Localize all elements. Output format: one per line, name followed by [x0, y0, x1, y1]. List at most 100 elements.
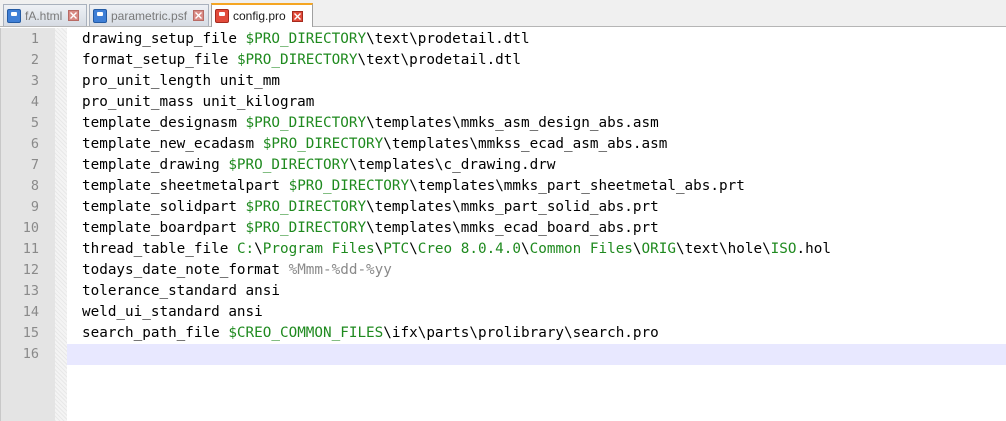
- separator-token: \: [366, 220, 375, 236]
- line-content[interactable]: template_drawing $PRO_DIRECTORY \template…: [67, 155, 1006, 176]
- tab-label: parametric.psf: [111, 8, 188, 23]
- line-number: 2: [30, 52, 39, 68]
- separator-token: \: [409, 241, 418, 257]
- text-token: template_boardpart: [82, 220, 246, 236]
- text-token: templates: [357, 157, 435, 173]
- line-content[interactable]: drawing_setup_file $PRO_DIRECTORY\text\p…: [67, 29, 1006, 50]
- text-token: format_setup_file: [82, 52, 237, 68]
- text-token: template_designasm: [82, 115, 246, 131]
- text-token: templates: [417, 178, 496, 194]
- editor-line[interactable]: 13 tolerance_standard ansi: [1, 281, 1006, 302]
- variable-token: $PRO_DIRECTORY: [228, 157, 349, 173]
- separator-token: \: [452, 220, 461, 236]
- editor-line[interactable]: 11 thread_table_file C:\Program Files\PTC…: [1, 239, 1006, 260]
- line-content[interactable]: pro_unit_length unit_mm: [67, 71, 1006, 92]
- text-token: weld_ui_standard ansi: [82, 304, 263, 320]
- editor-line[interactable]: 9 template_solidpart $PRO_DIRECTORY\templ…: [1, 197, 1006, 218]
- variable-token: $CREO_COMMON_FILES: [228, 325, 384, 341]
- text-token: c_drawing.drw: [443, 157, 556, 173]
- tab-fa-html[interactable]: fA.html: [3, 4, 87, 26]
- text-token: templates: [374, 220, 453, 236]
- variable-token: PTC: [383, 241, 410, 257]
- separator-token: \: [452, 115, 461, 131]
- close-icon[interactable]: [193, 10, 205, 21]
- separator-token: \: [469, 325, 478, 341]
- line-content[interactable]: search_path_file $CREO_COMMON_FILES\ifx\…: [67, 323, 1006, 344]
- editor-line[interactable]: 3 pro_unit_length unit_mm: [1, 71, 1006, 92]
- separator-token: \: [366, 31, 375, 47]
- variable-token: $PRO_DIRECTORY: [245, 220, 367, 236]
- separator-token: \: [383, 136, 392, 152]
- close-icon[interactable]: [291, 10, 303, 22]
- text-token: template_new_ecadasm: [82, 136, 263, 152]
- line-content[interactable]: template_new_ecadasm $PRO_DIRECTORY\temp…: [67, 134, 1006, 155]
- separator-token: \: [719, 241, 728, 257]
- editor-line[interactable]: 2 format_setup_file $PRO_DIRECTORY\text\p…: [1, 50, 1006, 71]
- text-token: mmks_part_solid_abs.prt: [460, 199, 659, 215]
- line-number: 3: [30, 73, 39, 89]
- text-token: text: [366, 52, 401, 68]
- tab-label: config.pro: [233, 9, 286, 23]
- separator-token: \: [632, 241, 642, 257]
- editor-line[interactable]: 16: [1, 344, 1006, 365]
- line-number: 9: [30, 199, 39, 215]
- text-editor[interactable]: 1 drawing_setup_file $PRO_DIRECTORY\text\…: [0, 28, 1006, 421]
- variable-token: $PRO_DIRECTORY: [245, 31, 367, 47]
- close-icon[interactable]: [68, 10, 80, 21]
- separator-token: \: [400, 52, 410, 68]
- separator-token: \: [409, 31, 418, 47]
- line-number: 5: [30, 115, 39, 131]
- editor-line[interactable]: 6 template_new_ecadasm $PRO_DIRECTORY\tem…: [1, 134, 1006, 155]
- variable-token: $PRO_DIRECTORY: [245, 115, 367, 131]
- editor-line[interactable]: 1 drawing_setup_file $PRO_DIRECTORY\text\…: [1, 29, 1006, 50]
- line-number: 4: [30, 94, 39, 110]
- text-token: template_drawing: [82, 157, 229, 173]
- line-number: 8: [30, 178, 39, 194]
- variable-token: Common Files: [529, 241, 633, 257]
- line-content[interactable]: tolerance_standard ansi: [67, 281, 1006, 302]
- separator-token: \: [409, 178, 418, 194]
- tab-parametric-psf[interactable]: parametric.psf: [89, 4, 209, 26]
- separator-token: \: [374, 241, 384, 257]
- variable-token: Creo 8.0.4.0: [417, 241, 522, 257]
- editor-lines: 1 drawing_setup_file $PRO_DIRECTORY\text\…: [1, 29, 1006, 365]
- editor-line[interactable]: 5 template_designasm $PRO_DIRECTORY\templ…: [1, 113, 1006, 134]
- variable-token: $PRO_DIRECTORY: [262, 136, 384, 152]
- format-token: %Mmm-%dd-%yy: [288, 262, 392, 278]
- editor-line[interactable]: 12 todays_date_note_format %Mmm-%dd-%yy: [1, 260, 1006, 281]
- editor-line[interactable]: 4 pro_unit_mass unit_kilogram: [1, 92, 1006, 113]
- tab-bar: fA.html parametric.psf config.pro: [0, 0, 1006, 27]
- separator-token: \: [675, 241, 685, 257]
- line-content[interactable]: template_boardpart $PRO_DIRECTORY\templa…: [67, 218, 1006, 239]
- line-content[interactable]: thread_table_file C:\Program Files\PTC\C…: [67, 239, 1006, 260]
- line-content[interactable]: pro_unit_mass unit_kilogram: [67, 92, 1006, 113]
- line-content[interactable]: template_designasm $PRO_DIRECTORY\templa…: [67, 113, 1006, 134]
- line-content[interactable]: template_sheetmetalpart $PRO_DIRECTORY\t…: [67, 176, 1006, 197]
- text-token: thread_table_file: [82, 241, 237, 257]
- variable-token: $PRO_DIRECTORY: [245, 199, 367, 215]
- text-token: mmks_part_sheetmetal_abs.prt: [503, 178, 745, 194]
- text-token: text: [684, 241, 720, 257]
- line-number: 1: [30, 31, 39, 47]
- editor-line[interactable]: 8 template_sheetmetalpart $PRO_DIRECTORY\…: [1, 176, 1006, 197]
- editor-line[interactable]: 15 search_path_file $CREO_COMMON_FILES\if…: [1, 323, 1006, 344]
- line-content[interactable]: format_setup_file $PRO_DIRECTORY\text\pr…: [67, 50, 1006, 71]
- separator-token: \: [469, 136, 478, 152]
- text-token: tolerance_standard ansi: [82, 283, 280, 299]
- line-content[interactable]: template_solidpart $PRO_DIRECTORY\templa…: [67, 197, 1006, 218]
- line-content[interactable]: [67, 344, 1006, 365]
- separator-token: \: [564, 325, 573, 341]
- separator-token: \: [254, 241, 263, 257]
- line-content[interactable]: todays_date_note_format %Mmm-%dd-%yy: [67, 260, 1006, 281]
- text-token: template_solidpart: [82, 199, 246, 215]
- line-number: 14: [22, 304, 39, 320]
- editor-line[interactable]: 7 template_drawing $PRO_DIRECTORY \templat…: [1, 155, 1006, 176]
- line-content[interactable]: weld_ui_standard ansi: [67, 302, 1006, 323]
- text-token: search.pro: [572, 325, 659, 341]
- variable-token: C:: [236, 241, 255, 257]
- editor-line[interactable]: 14 weld_ui_standard ansi: [1, 302, 1006, 323]
- line-number: 10: [22, 220, 39, 236]
- editor-line[interactable]: 10 template_boardpart $PRO_DIRECTORY\temp…: [1, 218, 1006, 239]
- tab-config-pro[interactable]: config.pro: [211, 3, 313, 27]
- text-token: parts: [426, 325, 470, 341]
